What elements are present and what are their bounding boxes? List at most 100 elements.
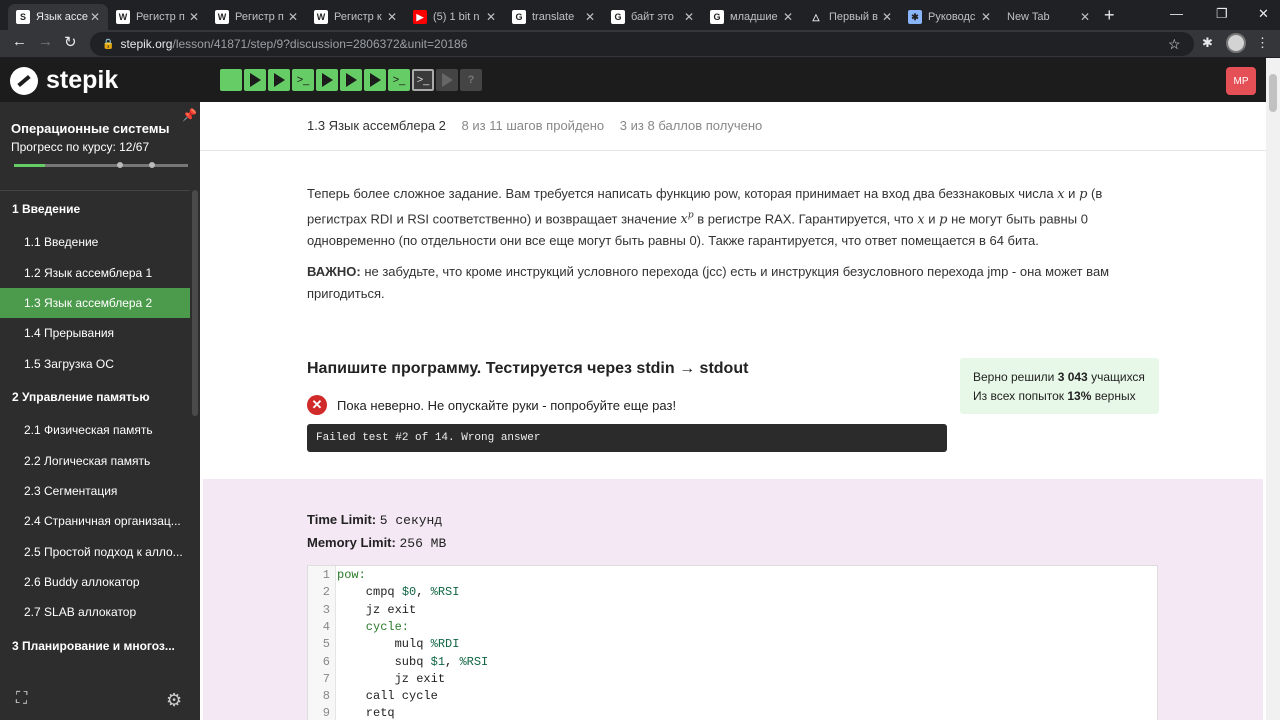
code-register: %RDI <box>430 637 460 652</box>
tab-title: Язык ассе <box>36 11 88 23</box>
step-todo[interactable] <box>436 69 458 91</box>
sidebar-module[interactable]: 3 Планирование и многоз... <box>0 628 190 664</box>
line-number: 3 <box>322 602 330 617</box>
step-code[interactable]: >_ <box>388 69 410 91</box>
step-video[interactable] <box>244 69 266 91</box>
browser-tab[interactable]: S Язык ассе ✕ <box>8 4 108 30</box>
close-tab-icon[interactable]: ✕ <box>88 10 102 24</box>
course-progress-label: Прогресс по курсу: 12/67 <box>11 140 150 154</box>
lock-icon: 🔒 <box>102 38 115 50</box>
step-code[interactable]: >_ <box>292 69 314 91</box>
close-tab-icon[interactable]: ✕ <box>781 10 795 24</box>
browser-profile-avatar[interactable] <box>1226 33 1246 53</box>
sidebar-lesson[interactable]: 1.1 Введение <box>0 227 190 257</box>
user-avatar[interactable]: MP <box>1226 67 1256 95</box>
step-current[interactable]: >_ <box>412 69 434 91</box>
menu-icon[interactable]: ⋮ <box>1256 35 1269 51</box>
stepik-logo-icon <box>10 66 38 95</box>
reload-icon[interactable]: ↻ <box>64 33 77 51</box>
sidebar-lesson[interactable]: 2.2 Логическая память <box>0 445 190 475</box>
text: Теперь более сложное задание. Вам требуе… <box>307 186 1058 201</box>
step-done[interactable] <box>220 69 242 91</box>
url-bar[interactable]: 🔒 stepik.org/lesson/41871/step/9?discuss… <box>90 32 1194 56</box>
stepik-logo[interactable]: stepik <box>10 66 118 95</box>
close-tab-icon[interactable]: ✕ <box>1078 10 1092 24</box>
code-line: 4 cycle: <box>308 620 409 637</box>
maximize-button[interactable]: ❐ <box>1216 6 1228 22</box>
limits: Time Limit: 5 секунд Memory Limit: 256 M… <box>307 509 446 555</box>
close-tab-icon[interactable]: ✕ <box>286 10 300 24</box>
close-tab-icon[interactable]: ✕ <box>385 10 399 24</box>
sidebar-lesson[interactable]: 2.3 Сегментация <box>0 476 190 506</box>
stats-box: Верно решили 3 043 учащихся Из всех попы… <box>960 358 1159 414</box>
sidebar-lesson[interactable]: 1.4 Прерывания <box>0 318 190 348</box>
code-text: call cycle <box>337 689 438 703</box>
browser-tab[interactable]: ✱ Руководс ✕ <box>900 4 999 30</box>
browser-tab[interactable]: W Регистр п ✕ <box>207 4 306 30</box>
browser-tab[interactable]: Gtranslate ✕ <box>504 4 603 30</box>
browser-tab[interactable]: Gмладшие ✕ <box>702 4 801 30</box>
sidebar-lesson[interactable]: 2.5 Простой подход к алло... <box>0 537 190 567</box>
browser-tab[interactable]: New Tab ✕ <box>999 4 1098 30</box>
minimize-button[interactable]: — <box>1170 6 1183 21</box>
time-limit: Time Limit: 5 секунд <box>307 509 446 532</box>
back-icon[interactable]: ← <box>12 33 27 50</box>
code-token: , <box>416 585 431 600</box>
sidebar-lesson[interactable]: 2.7 SLAB аллокатор <box>0 597 190 627</box>
memory-limit-value: 256 MB <box>399 536 447 551</box>
google-icon: G <box>512 10 526 24</box>
settings-gear-icon[interactable]: ⚙ <box>166 690 182 711</box>
sidebar-module[interactable]: 1 Введение <box>0 191 190 227</box>
wikipedia-icon: W <box>116 10 130 24</box>
bookmark-star-icon[interactable]: ☆ <box>1168 36 1181 53</box>
sidebar-lesson[interactable]: 2.4 Страничная организац... <box>0 506 190 536</box>
close-tab-icon[interactable]: ✕ <box>583 10 597 24</box>
forward-icon[interactable]: → <box>38 33 53 50</box>
sidebar-lesson[interactable]: 2.6 Buddy аллокатор <box>0 567 190 597</box>
page-scrollbar-thumb[interactable] <box>1269 74 1277 112</box>
pin-icon[interactable]: 📌 <box>182 108 197 122</box>
browser-tab[interactable]: △ Первый в ✕ <box>801 4 900 30</box>
sidebar-lesson[interactable]: 1.2 Язык ассемблера 1 <box>0 257 190 287</box>
task-description: Теперь более сложное задание. Вам требуе… <box>307 183 1157 252</box>
solved-count: 3 043 <box>1057 370 1088 384</box>
course-title[interactable]: Операционные системы <box>11 121 170 136</box>
new-tab-button[interactable]: + <box>1104 5 1115 26</box>
step-video[interactable] <box>364 69 386 91</box>
browser-tab[interactable]: W Регистр к ✕ <box>306 4 405 30</box>
tab-title: (5) 1 bit n <box>433 11 480 23</box>
course-progress-bar <box>14 162 188 168</box>
extensions-icon[interactable]: ✱ <box>1202 35 1213 51</box>
sidebar-module[interactable]: 2 Управление памятью <box>0 379 190 415</box>
url-path: /lesson/41871/step/9?discussion=2806372&… <box>172 37 468 51</box>
fullscreen-icon[interactable]: ⛶ <box>16 690 27 708</box>
step-video[interactable] <box>268 69 290 91</box>
sidebar-lesson[interactable]: 1.3 Язык ассемблера 2 <box>0 287 190 319</box>
code-token: mulq <box>337 637 431 652</box>
step-video[interactable] <box>340 69 362 91</box>
sidebar-lesson[interactable]: 1.5 Загрузка ОС <box>0 349 190 379</box>
error-icon: ✕ <box>307 395 327 415</box>
close-tab-icon[interactable]: ✕ <box>682 10 696 24</box>
code-text: cycle: <box>337 619 410 634</box>
code-editor[interactable]: 1 pow: 2 cmpq $0, %RSI 3 jz exit 4 cycle: 5 m… <box>307 565 1158 720</box>
browser-tab[interactable]: ▶ (5) 1 bit n ✕ <box>405 4 504 30</box>
important-text: не забудьте, что кроме инструкций условн… <box>307 264 1110 301</box>
browser-tab[interactable]: Gбайт это ✕ <box>603 4 702 30</box>
stepik-header: stepik >_ >_ >_? MP <box>0 58 1266 102</box>
close-window-button[interactable]: ✕ <box>1258 6 1269 22</box>
line-number: 1 <box>322 568 330 582</box>
step-video[interactable] <box>316 69 338 91</box>
step-quiz[interactable]: ? <box>460 69 482 91</box>
code-line: 5 mulq %RDI <box>308 637 460 654</box>
sidebar-lesson[interactable]: 2.1 Физическая память <box>0 415 190 445</box>
page-scrollbar[interactable] <box>1266 58 1280 720</box>
browser-tab[interactable]: W Регистр п ✕ <box>108 4 207 30</box>
sidebar-scrollbar[interactable] <box>192 190 198 416</box>
close-tab-icon[interactable]: ✕ <box>187 10 201 24</box>
close-tab-icon[interactable]: ✕ <box>880 10 894 24</box>
logo-text: stepik <box>46 66 119 94</box>
close-tab-icon[interactable]: ✕ <box>484 10 498 24</box>
code-line: 2 cmpq $0, %RSI <box>308 585 460 602</box>
close-tab-icon[interactable]: ✕ <box>979 10 993 24</box>
